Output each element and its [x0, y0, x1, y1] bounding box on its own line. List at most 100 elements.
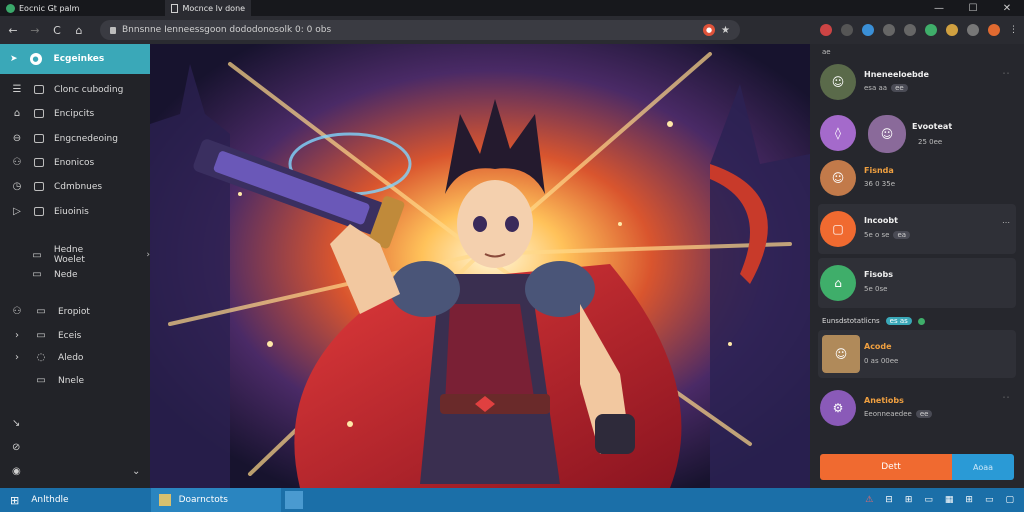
extension-icon[interactable] — [967, 24, 979, 36]
list-item[interactable]: ▢ Incoobt 5e o se ea ⋯ — [818, 204, 1016, 254]
sidebar-item-label: Eropiot — [58, 306, 90, 317]
item-meta: 5e o se ea — [864, 231, 911, 239]
network-icon[interactable]: ⊟ — [885, 495, 893, 505]
folder-icon: ▭ — [32, 249, 42, 261]
sidebar-item-active[interactable]: ➤ ● Ecgeinkes — [0, 44, 150, 74]
status-badge: ee — [891, 84, 908, 92]
item-meta: 5e 0se — [864, 285, 888, 293]
chevron-right-icon: › — [15, 352, 19, 363]
extension-icon[interactable] — [862, 24, 874, 36]
avatar: ☺ — [822, 335, 860, 373]
extension-icon[interactable] — [925, 24, 937, 36]
address-bar[interactable]: Bnnsnne Ienneessgoon dododonosolk 0: 0 o… — [100, 20, 740, 40]
app-icon — [158, 494, 171, 506]
sidebar-item[interactable]: › ▭ Eceis — [10, 330, 81, 341]
item-meta: 36 0 35e — [864, 180, 896, 188]
back-button[interactable]: ← — [6, 24, 20, 37]
extension-icon[interactable] — [820, 24, 832, 36]
battery-icon[interactable]: ▭ — [924, 495, 933, 505]
users-icon: ⚇ — [12, 306, 22, 317]
sidebar-item-label: Nede — [54, 269, 78, 280]
user-icon[interactable]: ◉ — [12, 466, 21, 477]
sidebar-item-label: Eceis — [58, 330, 82, 341]
right-panel: ae ☺ Hneneeloebde esa aa ee ˙˙ ◊ ☺ Evoote… — [810, 44, 1024, 488]
sidebar-item[interactable]: ⚇ Enonicos — [10, 157, 95, 168]
box-icon — [34, 207, 44, 216]
sidebar-item[interactable]: ▭ Nnele — [10, 375, 84, 386]
sidebar-item-label: Hedne Woelet — [53, 245, 85, 265]
close-button[interactable]: ✕ — [990, 3, 1024, 14]
more-icon[interactable]: ˙˙ — [1002, 72, 1010, 81]
list-item[interactable]: ⚙ Anetiobs Eeonneaedee ee ˙˙ — [818, 388, 1016, 428]
status-badge: ea — [893, 231, 911, 239]
send-icon[interactable]: ↘ — [12, 418, 20, 429]
browser-tab-2[interactable]: Mocnce lv done — [165, 0, 252, 16]
list-item[interactable]: ◊ ☺ Evooteat 25 0ee — [818, 110, 1016, 156]
notification-icon[interactable]: ▢ — [1005, 495, 1014, 505]
box-icon — [34, 85, 44, 94]
link-icon[interactable]: ⊘ — [12, 442, 20, 453]
avatar: ◊ — [820, 115, 856, 151]
extension-icon[interactable] — [904, 24, 916, 36]
item-meta: 25 0ee — [918, 138, 943, 146]
home-icon: ⌂ — [820, 265, 856, 301]
box-icon — [34, 182, 44, 191]
extension-icon[interactable] — [946, 24, 958, 36]
record-icon[interactable]: ● — [703, 24, 716, 36]
volume-icon[interactable]: ⊞ — [905, 495, 913, 505]
sidebar-item[interactable]: ◷ Cdmbnues — [10, 181, 103, 192]
extension-icon[interactable] — [841, 24, 853, 36]
minimize-button[interactable]: — — [922, 3, 956, 14]
list-item[interactable]: ⌂ Fisobs 5e 0se — [818, 258, 1016, 308]
sidebar-item[interactable]: ▷ Eiuoinis — [10, 206, 89, 217]
home-button[interactable]: ⌂ — [72, 24, 86, 37]
primary-button[interactable]: Dett — [820, 454, 962, 480]
tab-label: Mocnce lv done — [182, 3, 246, 13]
box-icon — [34, 158, 44, 167]
title-bar: Eocnic Gt palm Mocnce lv done — ☐ ✕ — [0, 0, 1024, 16]
profile-avatar[interactable] — [988, 24, 1000, 36]
calendar-icon[interactable]: ▦ — [945, 495, 954, 505]
sidebar-item[interactable]: ⌂ Encipcits — [10, 108, 94, 119]
sidebar-item[interactable]: ☰ Clonc cuboding — [10, 84, 124, 95]
search-icon: ● — [29, 53, 42, 65]
sidebar: ➤ ● Ecgeinkes ☰ Clonc cuboding ⌂ Encipci… — [0, 44, 150, 488]
taskbar-window[interactable]: Doarnctots — [150, 488, 281, 512]
app-icon[interactable] — [284, 491, 303, 509]
chevron-down-icon[interactable]: ⌄ — [132, 466, 140, 477]
menu-icon[interactable]: ⋮ — [1009, 25, 1018, 35]
sidebar-item[interactable]: ▭ Hedne Woelet › — [30, 245, 150, 265]
list-item[interactable]: ☺ Hneneeloebde esa aa ee ˙˙ — [818, 60, 1016, 104]
list-item[interactable]: ☺ Fisnda 36 0 35e — [818, 158, 1016, 198]
item-meta: 0 as 00ee — [864, 357, 899, 365]
globe-icon — [6, 3, 15, 13]
star-icon[interactable]: ★ — [721, 25, 730, 36]
sidebar-item-label: Encipcits — [54, 108, 95, 119]
tab-label: Eocnic Gt palm — [19, 3, 80, 13]
keyboard-icon[interactable]: ⊞ — [965, 495, 973, 505]
browser-tab-1[interactable]: Eocnic Gt palm — [0, 0, 85, 16]
sidebar-item[interactable]: ⊖ Engcnedeoing — [10, 133, 118, 144]
system-tray: ⚠ ⊟ ⊞ ▭ ▦ ⊞ ▭ ▢ — [865, 495, 1014, 505]
windows-start-icon[interactable]: ⊞ — [10, 494, 19, 507]
secondary-button[interactable]: Aoaa — [952, 454, 1014, 480]
box-icon — [34, 134, 44, 143]
section-title: Eunsdstotatlicns — [822, 317, 880, 325]
more-icon[interactable]: ⋯ — [1002, 218, 1010, 227]
avatar: ☺ — [868, 115, 906, 153]
sidebar-item[interactable]: ⚇ ▭ Eropiot — [10, 306, 90, 317]
more-icon[interactable]: ˙˙ — [1002, 396, 1010, 405]
alert-icon[interactable]: ⚠ — [865, 495, 873, 505]
sidebar-item[interactable]: › ◌ Aledo — [10, 352, 83, 363]
display-icon[interactable]: ▭ — [985, 495, 994, 505]
item-title: Anetiobs — [864, 396, 904, 405]
start-label[interactable]: Anlthdle — [31, 495, 68, 505]
box-icon — [34, 109, 44, 118]
maximize-button[interactable]: ☐ — [956, 3, 990, 14]
sidebar-item-label: Eiuoinis — [54, 206, 89, 217]
extension-icon[interactable] — [883, 24, 895, 36]
forward-button[interactable]: → — [28, 24, 42, 37]
sidebar-item[interactable]: ▭ Nede — [30, 269, 78, 280]
reload-button[interactable]: C — [50, 24, 64, 37]
list-item[interactable]: ☺ Acode 0 as 00ee — [818, 330, 1016, 378]
